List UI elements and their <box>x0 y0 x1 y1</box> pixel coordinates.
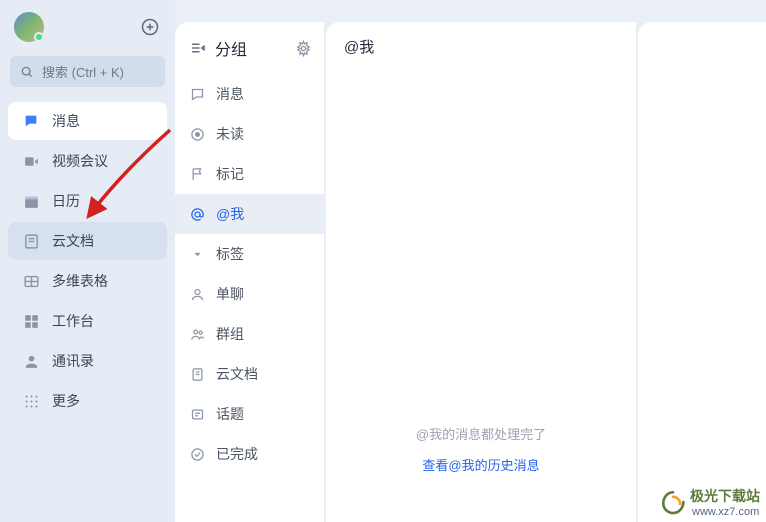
groups-header: 分组 <box>175 22 324 74</box>
groups-panel: 分组 消息 未读 标记 @我 标签 单聊 群组 <box>175 22 324 522</box>
group-item-messages[interactable]: 消息 <box>175 74 324 114</box>
people-icon <box>189 326 205 342</box>
nav-item-contacts[interactable]: 通讯录 <box>8 342 167 380</box>
group-label: 已完成 <box>216 444 258 464</box>
group-label: 标记 <box>216 164 244 184</box>
sheets-icon <box>22 272 40 290</box>
watermark-url: www.xz7.com <box>692 506 760 518</box>
doc-icon <box>189 366 205 382</box>
group-label: 云文档 <box>216 364 258 384</box>
group-label: @我 <box>216 204 244 224</box>
group-item-single[interactable]: 单聊 <box>175 274 324 314</box>
history-link[interactable]: 查看@我的历史消息 <box>422 455 539 474</box>
nav-item-messages[interactable]: 消息 <box>8 102 167 140</box>
search-input[interactable]: 搜索 (Ctrl + K) <box>10 56 165 87</box>
nav-item-calendar[interactable]: 日历 <box>8 182 167 220</box>
search-icon <box>20 65 34 79</box>
nav-item-sheets[interactable]: 多维表格 <box>8 262 167 300</box>
content-title: @我 <box>326 22 636 71</box>
calendar-icon <box>22 192 40 210</box>
group-item-topic[interactable]: 话题 <box>175 394 324 434</box>
group-item-docs[interactable]: 云文档 <box>175 354 324 394</box>
nav-label: 工作台 <box>52 311 94 331</box>
group-label: 话题 <box>216 404 244 424</box>
nav-label: 日历 <box>52 191 80 211</box>
group-label: 单聊 <box>216 284 244 304</box>
nav-list: 消息 视频会议 日历 云文档 多维表格 <box>0 101 175 421</box>
group-item-done[interactable]: 已完成 <box>175 434 324 474</box>
chat-icon <box>189 86 205 102</box>
topic-icon <box>189 406 205 422</box>
person-icon <box>189 286 205 302</box>
content-panel: @我 @我的消息都处理完了 查看@我的历史消息 <box>326 22 636 522</box>
sidebar-top-bar <box>0 12 175 56</box>
video-icon <box>22 152 40 170</box>
at-icon <box>189 206 205 222</box>
nav-item-docs[interactable]: 云文档 <box>8 222 167 260</box>
docs-icon <box>22 232 40 250</box>
contacts-icon <box>22 352 40 370</box>
plus-circle-icon <box>140 17 160 37</box>
avatar[interactable] <box>14 12 44 42</box>
nav-label: 云文档 <box>52 231 94 251</box>
messages-icon <box>22 112 40 130</box>
watermark-logo-icon <box>660 489 686 515</box>
nav-label: 消息 <box>52 111 80 131</box>
nav-item-more[interactable]: 更多 <box>8 382 167 420</box>
add-button[interactable] <box>139 16 161 38</box>
empty-state-text: @我的消息都处理完了 <box>416 424 546 443</box>
more-icon <box>22 392 40 410</box>
group-label: 群组 <box>216 324 244 344</box>
group-label: 未读 <box>216 124 244 144</box>
status-indicator <box>34 32 44 42</box>
nav-label: 视频会议 <box>52 151 108 171</box>
collapse-icon[interactable] <box>189 39 207 57</box>
chevron-down-icon <box>189 246 205 262</box>
watermark-title: 极光下载站 <box>690 486 760 506</box>
group-label: 标签 <box>216 244 244 264</box>
group-item-flag[interactable]: 标记 <box>175 154 324 194</box>
check-icon <box>189 446 205 462</box>
nav-item-video[interactable]: 视频会议 <box>8 142 167 180</box>
flag-icon <box>189 166 205 182</box>
nav-item-workspace[interactable]: 工作台 <box>8 302 167 340</box>
content-body: @我的消息都处理完了 查看@我的历史消息 <box>326 71 636 522</box>
right-panel <box>638 22 766 522</box>
group-item-mention[interactable]: @我 <box>175 194 324 234</box>
search-placeholder: 搜索 (Ctrl + K) <box>42 62 124 81</box>
group-list: 消息 未读 标记 @我 标签 单聊 群组 云文档 <box>175 74 324 474</box>
group-label: 消息 <box>216 84 244 104</box>
nav-label: 多维表格 <box>52 271 108 291</box>
left-sidebar: 搜索 (Ctrl + K) 消息 视频会议 日历 云文档 <box>0 0 175 522</box>
grid-icon <box>22 312 40 330</box>
settings-icon[interactable] <box>295 40 312 57</box>
watermark: 极光下载站 www.xz7.com <box>660 486 760 518</box>
nav-label: 通讯录 <box>52 351 94 371</box>
groups-title: 分组 <box>215 36 247 60</box>
nav-label: 更多 <box>52 391 80 411</box>
group-item-unread[interactable]: 未读 <box>175 114 324 154</box>
group-item-tags[interactable]: 标签 <box>175 234 324 274</box>
unread-icon <box>189 126 205 142</box>
group-item-group[interactable]: 群组 <box>175 314 324 354</box>
